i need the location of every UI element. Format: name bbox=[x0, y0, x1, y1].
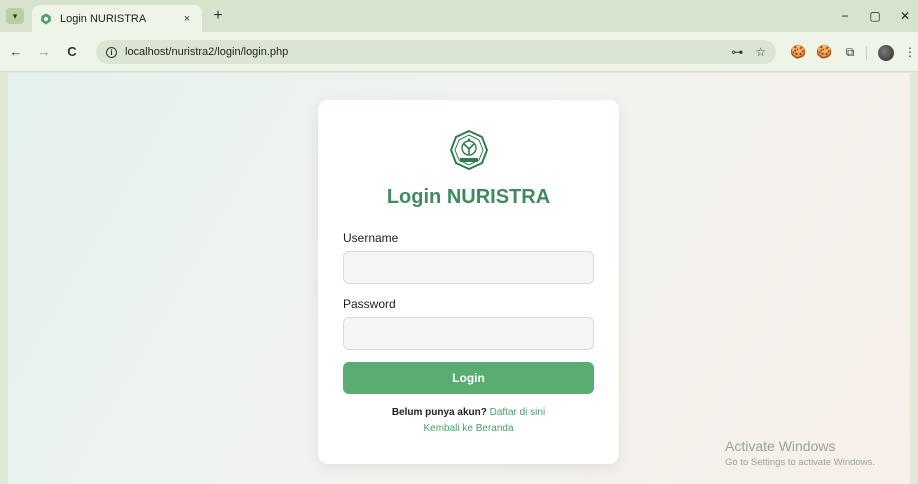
tab-login-nuristra[interactable]: Login NURISTRA × bbox=[32, 5, 202, 32]
password-key-icon[interactable]: ⊶ bbox=[731, 44, 743, 60]
forward-button[interactable]: → bbox=[36, 44, 52, 60]
extensions-puzzle-icon[interactable]: ⧉ bbox=[842, 44, 858, 60]
reload-button[interactable]: C bbox=[64, 44, 80, 60]
login-card: Login NURISTRA Username Password Login B… bbox=[318, 100, 619, 464]
cookie-extension-icon[interactable]: 🍪 bbox=[790, 44, 806, 60]
browser-menu-icon[interactable]: ⋮ bbox=[904, 44, 916, 60]
minimize-button[interactable]: − bbox=[836, 8, 854, 24]
nuristra-favicon-icon bbox=[41, 13, 51, 24]
back-to-home-link[interactable]: Kembali ke Beranda bbox=[318, 423, 619, 434]
browser-toolbar: ← → C i localhost/nuristra2/login/login.… bbox=[0, 32, 918, 72]
tab-title: Login NURISTRA bbox=[60, 12, 147, 25]
signup-link[interactable]: Daftar di sini bbox=[490, 407, 546, 418]
url-text[interactable]: localhost/nuristra2/login/login.php bbox=[125, 46, 288, 58]
bookmark-star-icon[interactable]: ☆ bbox=[755, 44, 766, 60]
back-button[interactable]: ← bbox=[8, 44, 24, 60]
toolbar-divider bbox=[866, 46, 867, 60]
password-input[interactable] bbox=[343, 317, 594, 350]
profile-avatar[interactable] bbox=[878, 45, 894, 61]
login-button[interactable]: Login bbox=[343, 362, 594, 394]
cookie-editor-extension-icon[interactable]: 🍪 bbox=[816, 44, 832, 60]
password-label: Password bbox=[343, 297, 396, 311]
close-window-button[interactable]: ✕ bbox=[896, 8, 914, 24]
tab-strip: ▾ Login NURISTRA × + − ▢ ✕ bbox=[0, 0, 918, 32]
page-background: Login NURISTRA Username Password Login B… bbox=[8, 73, 910, 484]
address-bar[interactable]: i localhost/nuristra2/login/login.php ⊶ … bbox=[96, 40, 776, 64]
tab-search-button[interactable]: ▾ bbox=[6, 8, 24, 24]
watermark-title: Activate Windows bbox=[725, 438, 836, 454]
activate-windows-watermark: Activate Windows Go to Settings to activ… bbox=[725, 438, 875, 468]
site-info-icon[interactable]: i bbox=[106, 46, 117, 58]
restore-button[interactable]: ▢ bbox=[866, 8, 884, 24]
tab-close-icon[interactable]: × bbox=[180, 13, 194, 25]
watermark-subtitle: Go to Settings to activate Windows. bbox=[725, 457, 875, 468]
username-label: Username bbox=[343, 231, 399, 245]
login-title: Login NURISTRA bbox=[386, 186, 551, 208]
nuristra-logo-icon bbox=[450, 130, 488, 170]
signup-prompt: Belum punya akun? bbox=[391, 407, 487, 418]
username-input[interactable] bbox=[343, 251, 594, 284]
new-tab-button[interactable]: + bbox=[210, 8, 226, 24]
signup-prompt-line: Belum punya akun? Daftar di sini bbox=[318, 407, 619, 418]
